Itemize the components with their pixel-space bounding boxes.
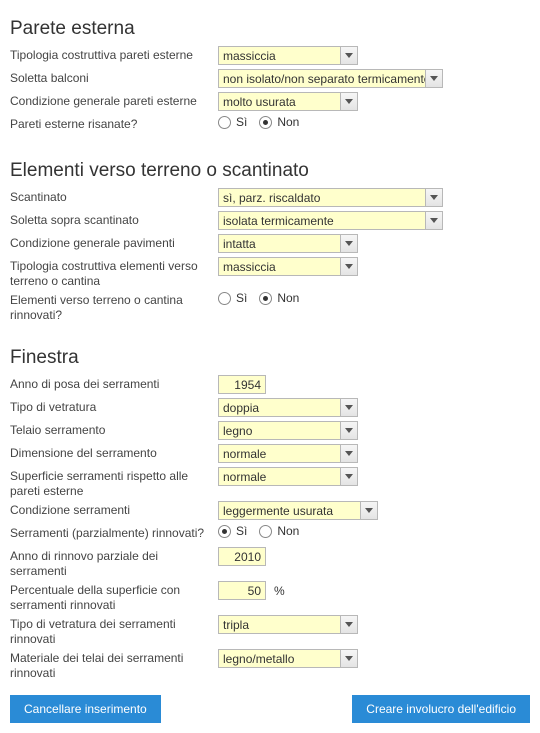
- radio-serramenti-rinnovati-non[interactable]: [259, 525, 272, 538]
- label-condizione-pareti: Condizione generale pareti esterne: [10, 92, 218, 109]
- select-value: intatta: [223, 237, 256, 251]
- select-value: legno: [223, 424, 252, 438]
- label-tipologia-pareti: Tipologia costruttiva pareti esterne: [10, 46, 218, 63]
- chevron-down-icon: [340, 399, 357, 416]
- chevron-down-icon: [340, 616, 357, 633]
- section-title-finestra: Finestra: [10, 347, 530, 369]
- select-soletta-balconi[interactable]: non isolato/non separato termicamente: [218, 69, 443, 88]
- input-anno-posa[interactable]: [218, 375, 266, 394]
- select-value: legno/metallo: [223, 652, 294, 666]
- label-vetratura: Tipo di vetratura: [10, 398, 218, 415]
- select-soletta-sopra[interactable]: isolata termicamente: [218, 211, 443, 230]
- radio-elementi-rinnovati-non[interactable]: [259, 292, 272, 305]
- select-value: non isolato/non separato termicamente: [223, 72, 430, 86]
- radio-label-non: Non: [277, 524, 299, 538]
- select-value: isolata termicamente: [223, 214, 334, 228]
- radio-serramenti-rinnovati-si[interactable]: [218, 525, 231, 538]
- radio-elementi-rinnovati-si[interactable]: [218, 292, 231, 305]
- radio-label-si: Sì: [236, 291, 247, 305]
- select-value: sì, parz. riscaldato: [223, 191, 320, 205]
- label-pareti-risanate: Pareti esterne risanate?: [10, 115, 218, 132]
- section-title-parete: Parete esterna: [10, 18, 530, 40]
- select-value: molto usurata: [223, 95, 296, 109]
- chevron-down-icon: [340, 468, 357, 485]
- label-anno-rinnovo: Anno di rinnovo parziale dei serramenti: [10, 547, 218, 579]
- input-percentuale[interactable]: [218, 581, 266, 600]
- select-materiale-rinnovati[interactable]: legno/metallo: [218, 649, 358, 668]
- select-tipologia-pareti[interactable]: massiccia: [218, 46, 358, 65]
- select-value: leggermente usurata: [223, 504, 333, 518]
- label-tipologia-elementi: Tipologia costruttiva elementi verso ter…: [10, 257, 218, 289]
- label-soletta-balconi: Soletta balconi: [10, 69, 218, 86]
- select-tipologia-elementi[interactable]: massiccia: [218, 257, 358, 276]
- radio-label-si: Sì: [236, 115, 247, 129]
- label-vetratura-rinnovati: Tipo di vetratura dei serramenti rinnova…: [10, 615, 218, 647]
- chevron-down-icon: [340, 47, 357, 64]
- label-elementi-rinnovati: Elementi verso terreno o cantina rinnova…: [10, 291, 218, 323]
- label-telaio: Telaio serramento: [10, 421, 218, 438]
- select-value: tripla: [223, 618, 249, 632]
- chevron-down-icon: [425, 70, 442, 87]
- chevron-down-icon: [340, 235, 357, 252]
- select-value: doppia: [223, 401, 259, 415]
- chevron-down-icon: [340, 93, 357, 110]
- select-scantinato[interactable]: sì, parz. riscaldato: [218, 188, 443, 207]
- radio-pareti-risanate-non[interactable]: [259, 116, 272, 129]
- radio-label-si: Sì: [236, 524, 247, 538]
- chevron-down-icon: [360, 502, 377, 519]
- chevron-down-icon: [340, 258, 357, 275]
- cancel-button[interactable]: Cancellare inserimento: [10, 695, 161, 723]
- radio-pareti-risanate-si[interactable]: [218, 116, 231, 129]
- label-percentuale: Percentuale della superficie con serrame…: [10, 581, 218, 613]
- label-anno-posa: Anno di posa dei serramenti: [10, 375, 218, 392]
- chevron-down-icon: [340, 422, 357, 439]
- select-vetratura[interactable]: doppia: [218, 398, 358, 417]
- select-value: normale: [223, 447, 266, 461]
- radio-label-non: Non: [277, 115, 299, 129]
- chevron-down-icon: [425, 212, 442, 229]
- chevron-down-icon: [340, 650, 357, 667]
- unit-percent: %: [274, 584, 285, 598]
- select-vetratura-rinnovati[interactable]: tripla: [218, 615, 358, 634]
- section-title-elementi: Elementi verso terreno o scantinato: [10, 160, 530, 182]
- create-button[interactable]: Creare involucro dell'edificio: [352, 695, 530, 723]
- radio-label-non: Non: [277, 291, 299, 305]
- label-scantinato: Scantinato: [10, 188, 218, 205]
- label-condizione-pavimenti: Condizione generale pavimenti: [10, 234, 218, 251]
- select-condizione-pavimenti[interactable]: intatta: [218, 234, 358, 253]
- label-serramenti-rinnovati: Serramenti (parzialmente) rinnovati?: [10, 524, 218, 541]
- select-value: normale: [223, 470, 266, 484]
- label-superficie: Superficie serramenti rispetto alle pare…: [10, 467, 218, 499]
- label-soletta-sopra: Soletta sopra scantinato: [10, 211, 218, 228]
- select-condizione-serramenti[interactable]: leggermente usurata: [218, 501, 378, 520]
- chevron-down-icon: [425, 189, 442, 206]
- input-anno-rinnovo[interactable]: [218, 547, 266, 566]
- select-telaio[interactable]: legno: [218, 421, 358, 440]
- select-dimensione[interactable]: normale: [218, 444, 358, 463]
- label-condizione-serramenti: Condizione serramenti: [10, 501, 218, 518]
- select-superficie[interactable]: normale: [218, 467, 358, 486]
- select-value: massiccia: [223, 49, 276, 63]
- select-condizione-pareti[interactable]: molto usurata: [218, 92, 358, 111]
- label-dimensione: Dimensione del serramento: [10, 444, 218, 461]
- chevron-down-icon: [340, 445, 357, 462]
- label-materiale-rinnovati: Materiale dei telai dei serramenti rinno…: [10, 649, 218, 681]
- select-value: massiccia: [223, 260, 276, 274]
